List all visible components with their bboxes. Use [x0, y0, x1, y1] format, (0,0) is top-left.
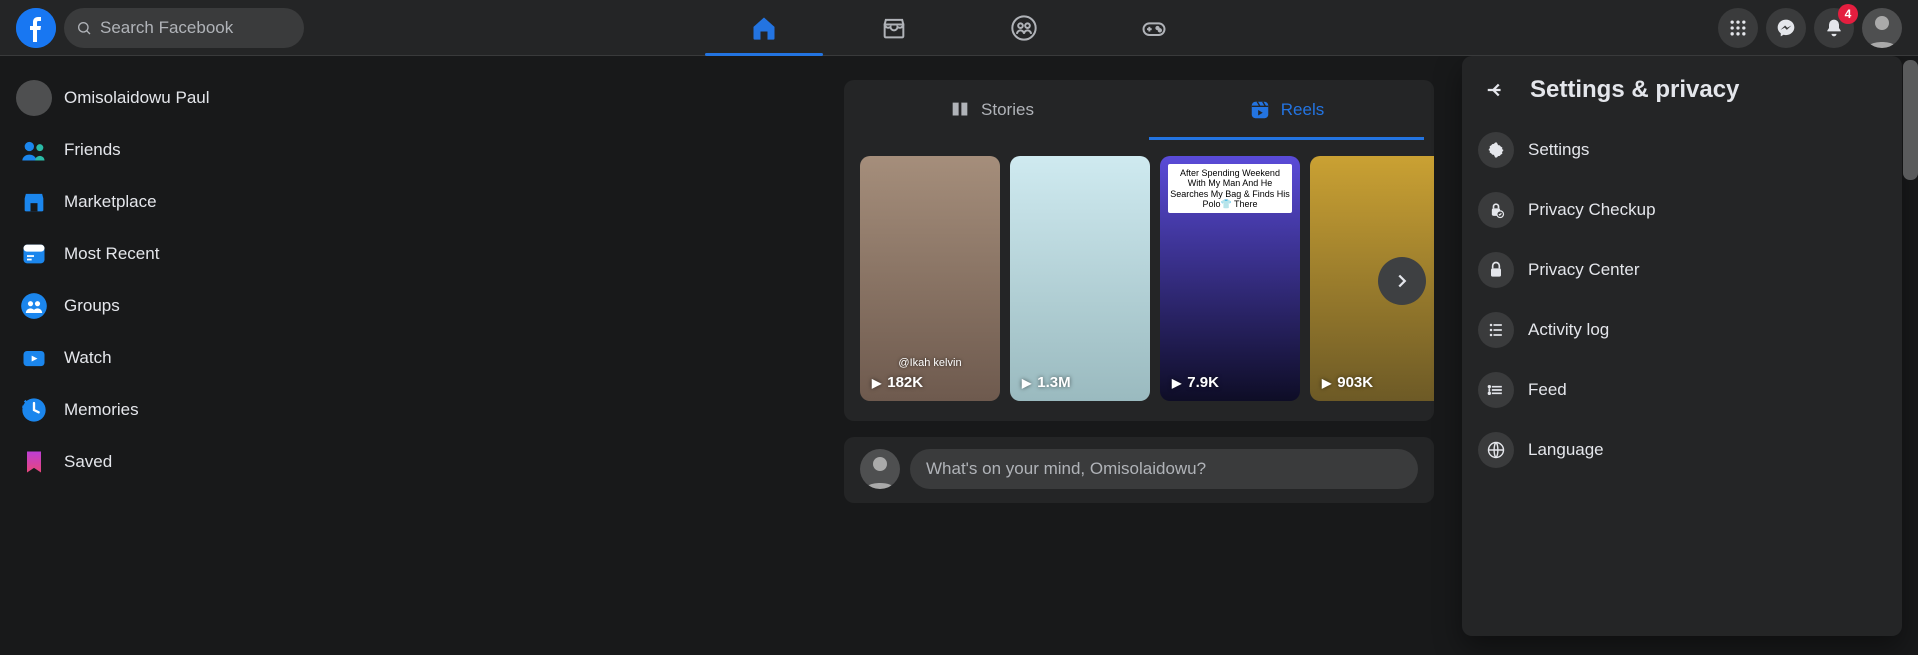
most-recent-icon [16, 236, 52, 272]
panel-item-label: Language [1528, 440, 1604, 460]
reel-views: 182K [872, 374, 923, 391]
book-icon [949, 99, 971, 121]
notifications-badge: 4 [1838, 4, 1858, 24]
search-icon [76, 20, 92, 36]
marketplace-icon [880, 14, 908, 42]
panel-item-privacy-center[interactable]: Privacy Center [1478, 240, 1886, 300]
nav-home[interactable] [699, 0, 829, 56]
tab-reels[interactable]: Reels [1139, 80, 1434, 140]
top-bar: Search Facebook [0, 0, 1918, 56]
sidebar-item-profile[interactable]: Omisolaidowu Paul [8, 72, 352, 124]
reel-card[interactable]: After Spending Weekend With My Man And H… [1160, 156, 1300, 401]
facebook-logo[interactable] [16, 8, 56, 48]
sidebar-item-label: Memories [64, 400, 139, 420]
sidebar-item-label: Friends [64, 140, 121, 160]
messenger-icon [1776, 18, 1796, 38]
panel-item-label: Privacy Checkup [1528, 200, 1656, 220]
menu-button[interactable] [1718, 8, 1758, 48]
memories-icon [16, 392, 52, 428]
avatar-icon [16, 80, 52, 116]
chevron-right-icon [1391, 270, 1413, 292]
reel-card[interactable]: @Ikah kelvin 182K [860, 156, 1000, 401]
reel-views: 1.3M [1022, 374, 1071, 391]
home-icon [750, 14, 778, 42]
panel-item-label: Feed [1528, 380, 1567, 400]
reels-next-button[interactable] [1378, 257, 1426, 305]
activity-log-icon [1478, 312, 1514, 348]
tab-stories[interactable]: Stories [844, 80, 1139, 140]
panel-title: Settings & privacy [1530, 76, 1739, 104]
marketplace-icon [16, 184, 52, 220]
left-sidebar: Omisolaidowu Paul Friends Marketplace Mo… [0, 56, 360, 655]
nav-marketplace[interactable] [829, 0, 959, 56]
tab-stories-label: Stories [981, 100, 1034, 120]
sidebar-item-marketplace[interactable]: Marketplace [8, 176, 352, 228]
nav-groups[interactable] [959, 0, 1089, 56]
sidebar-item-label: Omisolaidowu Paul [64, 88, 210, 108]
privacy-checkup-icon [1478, 192, 1514, 228]
topbar-right: 4 [1718, 8, 1918, 48]
reels-icon [1249, 99, 1271, 121]
topbar-left: Search Facebook [0, 8, 304, 48]
tab-reels-label: Reels [1281, 100, 1324, 120]
reel-card[interactable]: 1.3M [1010, 156, 1150, 401]
lock-icon [1478, 252, 1514, 288]
search-input[interactable]: Search Facebook [64, 8, 304, 48]
sidebar-item-most-recent[interactable]: Most Recent [8, 228, 352, 280]
panel-back-button[interactable] [1478, 72, 1514, 108]
stories-reels-card: Stories Reels @Ikah kelvin 182K 1.3M [844, 80, 1434, 421]
sidebar-item-watch[interactable]: Watch [8, 332, 352, 384]
globe-icon [1478, 432, 1514, 468]
groups-icon [16, 288, 52, 324]
reels-row: @Ikah kelvin 182K 1.3M After Spending We… [844, 140, 1434, 421]
watch-icon [16, 340, 52, 376]
panel-item-language[interactable]: Language [1478, 420, 1886, 480]
composer-avatar[interactable] [860, 449, 900, 489]
panel-item-settings[interactable]: Settings [1478, 120, 1886, 180]
settings-privacy-panel: Settings & privacy Settings Privacy Chec… [1462, 56, 1902, 636]
sidebar-item-label: Watch [64, 348, 112, 368]
page-scrollbar[interactable] [1903, 60, 1918, 180]
notifications-button[interactable]: 4 [1814, 8, 1854, 48]
sidebar-item-saved[interactable]: Saved [8, 436, 352, 488]
friends-icon [16, 132, 52, 168]
panel-item-label: Settings [1528, 140, 1589, 160]
saved-icon [16, 444, 52, 480]
composer-placeholder: What's on your mind, Omisolaidowu? [926, 459, 1206, 479]
messenger-button[interactable] [1766, 8, 1806, 48]
panel-item-label: Activity log [1528, 320, 1609, 340]
panel-item-privacy-checkup[interactable]: Privacy Checkup [1478, 180, 1886, 240]
sidebar-item-label: Marketplace [64, 192, 157, 212]
reel-tag-overlay: @Ikah kelvin [860, 357, 1000, 369]
stories-tabs: Stories Reels [844, 80, 1434, 140]
reel-banner-text: After Spending Weekend With My Man And H… [1168, 164, 1292, 213]
feed-icon [1478, 372, 1514, 408]
gear-icon [1478, 132, 1514, 168]
composer-card: What's on your mind, Omisolaidowu? [844, 437, 1434, 503]
search-placeholder-text: Search Facebook [100, 18, 233, 38]
panel-item-activity-log[interactable]: Activity log [1478, 300, 1886, 360]
sidebar-item-groups[interactable]: Groups [8, 280, 352, 332]
account-avatar[interactable] [1862, 8, 1902, 48]
sidebar-item-label: Most Recent [64, 244, 159, 264]
panel-item-label: Privacy Center [1528, 260, 1639, 280]
reel-views: 7.9K [1172, 374, 1219, 391]
gaming-icon [1140, 14, 1168, 42]
sidebar-item-label: Saved [64, 452, 112, 472]
nav-gaming[interactable] [1089, 0, 1219, 56]
composer-input[interactable]: What's on your mind, Omisolaidowu? [910, 449, 1418, 489]
groups-icon [1010, 14, 1038, 42]
sidebar-item-friends[interactable]: Friends [8, 124, 352, 176]
sidebar-item-memories[interactable]: Memories [8, 384, 352, 436]
grid-icon [1728, 18, 1748, 38]
reel-views: 903K [1322, 374, 1373, 391]
arrow-left-icon [1485, 79, 1507, 101]
sidebar-item-label: Groups [64, 296, 120, 316]
panel-item-feed[interactable]: Feed [1478, 360, 1886, 420]
